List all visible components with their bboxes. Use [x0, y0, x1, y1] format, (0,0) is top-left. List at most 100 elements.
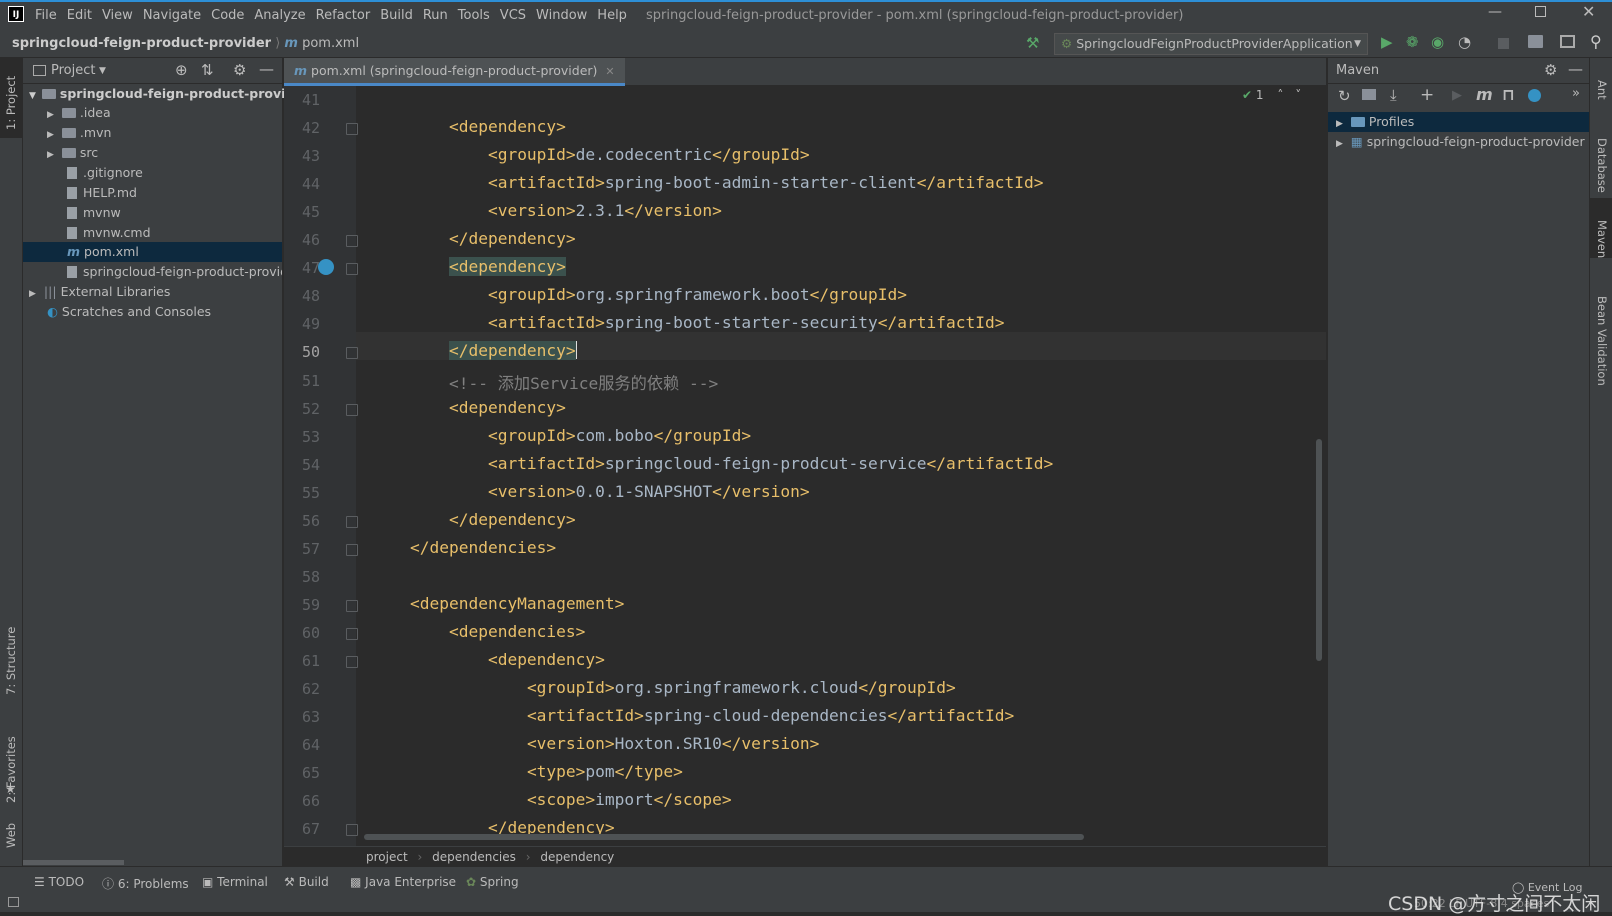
- stripe-maven-label[interactable]: Maven: [1595, 220, 1609, 258]
- gear-icon[interactable]: ⚙: [233, 61, 246, 79]
- fold-marker-icon[interactable]: [346, 656, 358, 668]
- search-icon[interactable]: ⚲: [1590, 32, 1602, 51]
- collapse-all-icon[interactable]: ⇅: [201, 61, 214, 79]
- download-icon[interactable]: ⤓: [1390, 86, 1397, 104]
- tree-item-gitignore[interactable]: .gitignore: [67, 163, 143, 183]
- code-line[interactable]: <groupId>com.bobo</groupId>: [371, 426, 751, 445]
- code-line[interactable]: <dependencies>: [371, 622, 585, 641]
- debug-icon[interactable]: ❁: [1406, 33, 1419, 51]
- stripe-bean-validation-label[interactable]: Bean Validation: [1595, 296, 1609, 386]
- reload-icon[interactable]: ↻: [1338, 87, 1351, 105]
- locate-icon[interactable]: ⊕: [175, 61, 188, 79]
- tree-item-mvn[interactable]: ▶ .mvn: [47, 123, 111, 143]
- code-line[interactable]: <type>pom</type>: [371, 762, 683, 781]
- todo-tool-button[interactable]: ☰ TODO: [34, 875, 84, 889]
- more-icon[interactable]: »: [1572, 86, 1580, 101]
- menu-file[interactable]: File: [30, 2, 62, 30]
- close-tab-icon[interactable]: ✕: [605, 65, 614, 78]
- code-line[interactable]: <scope>import</scope>: [371, 790, 732, 809]
- horizontal-scrollbar[interactable]: [23, 860, 124, 865]
- code-line[interactable]: <version>2.3.1</version>: [371, 201, 722, 220]
- menu-edit[interactable]: Edit: [62, 2, 97, 30]
- code-line[interactable]: <dependency>: [371, 650, 605, 669]
- tree-item-mvnw-cmd[interactable]: mvnw.cmd: [67, 223, 151, 243]
- fold-marker-icon[interactable]: [346, 263, 358, 276]
- problems-tool-button[interactable]: ⓘ 6: Problems: [102, 875, 189, 892]
- fold-marker-icon[interactable]: [346, 403, 358, 416]
- close-icon[interactable]: ✕: [1582, 2, 1595, 21]
- tree-item-mvnw[interactable]: mvnw: [67, 203, 121, 223]
- menu-view[interactable]: View: [97, 2, 138, 30]
- chevron-down-icon[interactable]: ▼: [99, 66, 106, 76]
- menu-window[interactable]: Window: [531, 2, 592, 30]
- code-line[interactable]: <dependency>: [371, 257, 566, 277]
- maven-goal-icon[interactable]: m: [1476, 85, 1493, 104]
- hide-panel-icon[interactable]: —: [1568, 60, 1583, 78]
- project-panel-title[interactable]: Project: [51, 63, 95, 78]
- editor-horizontal-scrollbar[interactable]: [364, 834, 1084, 840]
- build-tool-button[interactable]: ⚒ Build: [284, 875, 329, 889]
- menu-tools[interactable]: Tools: [453, 2, 495, 30]
- fold-marker-icon[interactable]: [346, 347, 358, 360]
- menu-navigate[interactable]: Navigate: [138, 2, 206, 30]
- maximize-icon[interactable]: [1535, 6, 1546, 17]
- fold-marker-icon[interactable]: [346, 235, 358, 248]
- tree-item-scratches[interactable]: ◐ Scratches and Consoles: [47, 302, 211, 322]
- skip-tests-icon[interactable]: [1528, 89, 1541, 102]
- code-line[interactable]: <groupId>de.codecentric</groupId>: [371, 145, 810, 164]
- generate-sources-icon[interactable]: [1362, 89, 1376, 100]
- editor-breadcrumb-project[interactable]: project: [366, 850, 408, 864]
- tree-item-src[interactable]: ▶ src: [47, 143, 98, 163]
- fold-marker-icon[interactable]: [346, 627, 358, 640]
- code-line[interactable]: <artifactId>springcloud-feign-prodcut-se…: [371, 454, 1053, 473]
- stripe-web-label[interactable]: Web: [4, 823, 18, 848]
- breadcrumb-project[interactable]: springcloud-feign-product-provider: [12, 36, 271, 51]
- fold-marker-icon[interactable]: [346, 515, 358, 528]
- minimize-icon[interactable]: —: [1488, 4, 1502, 20]
- java-enterprise-tool-button[interactable]: ▩ Java Enterprise: [350, 875, 456, 889]
- tree-item-root[interactable]: ▼ springcloud-feign-product-provider: [29, 84, 309, 104]
- tree-item-iml[interactable]: springcloud-feign-product-provider.iml: [67, 262, 282, 282]
- run-icon[interactable]: ▶: [1381, 33, 1393, 51]
- profile-icon[interactable]: ◔: [1458, 33, 1471, 51]
- spring-tool-button[interactable]: ✿ Spring: [466, 875, 519, 889]
- add-icon[interactable]: +: [1420, 85, 1434, 105]
- menu-refactor[interactable]: Refactor: [311, 2, 376, 30]
- stop-icon[interactable]: [1498, 38, 1509, 49]
- menu-help[interactable]: Help: [592, 2, 632, 30]
- code-line[interactable]: <dependencyManagement>: [371, 594, 624, 613]
- layout-icon[interactable]: [1560, 35, 1575, 48]
- fold-marker-icon[interactable]: [346, 543, 358, 556]
- run-config-select[interactable]: ⚙ SpringcloudFeignProductProviderApplica…: [1054, 33, 1368, 55]
- code-line[interactable]: </dependency>: [371, 341, 577, 361]
- tree-item-help[interactable]: HELP.md: [67, 183, 137, 203]
- hide-panel-icon[interactable]: —: [259, 60, 274, 78]
- tree-item-external-libraries[interactable]: ▶ ||| External Libraries: [29, 282, 170, 302]
- code-line[interactable]: <groupId>org.springframework.cloud</grou…: [371, 678, 956, 697]
- code-line[interactable]: <artifactId>spring-boot-admin-starter-cl…: [371, 173, 1044, 192]
- maven-item-project[interactable]: ▶ ▦ springcloud-feign-product-provider: [1336, 132, 1585, 152]
- tree-item-pom[interactable]: m pom.xml: [67, 242, 139, 262]
- terminal-tool-button[interactable]: ▣ Terminal: [202, 875, 268, 889]
- editor-tab-pom[interactable]: m pom.xml (springcloud-feign-product-pro…: [284, 58, 625, 86]
- menu-code[interactable]: Code: [206, 2, 249, 30]
- code-line[interactable]: <version>0.0.1-SNAPSHOT</version>: [371, 482, 810, 501]
- code-line[interactable]: <!-- 添加Service服务的依赖 -->: [371, 370, 718, 394]
- coverage-icon[interactable]: ◉: [1431, 33, 1444, 51]
- code-line[interactable]: </dependency>: [371, 510, 576, 529]
- fold-marker-icon[interactable]: [346, 824, 358, 837]
- tree-item-idea[interactable]: ▶ .idea: [47, 103, 111, 123]
- editor-breadcrumb-dependencies[interactable]: dependencies: [432, 850, 516, 864]
- menu-vcs[interactable]: VCS: [495, 2, 531, 30]
- code-line[interactable]: <dependency>: [371, 398, 566, 417]
- project-structure-icon[interactable]: [1528, 35, 1543, 48]
- code-line[interactable]: </dependencies>: [371, 538, 556, 557]
- stripe-structure-label[interactable]: 7: Structure: [4, 627, 18, 695]
- stripe-ant-label[interactable]: Ant: [1595, 80, 1609, 100]
- menu-run[interactable]: Run: [418, 2, 453, 30]
- gear-icon[interactable]: ⚙: [1544, 61, 1557, 79]
- code-line[interactable]: </dependency>: [371, 229, 576, 248]
- code-line[interactable]: <dependency>: [371, 117, 566, 136]
- editor-breadcrumb-dependency[interactable]: dependency: [540, 850, 614, 864]
- run-maven-icon[interactable]: ▶: [1452, 88, 1462, 103]
